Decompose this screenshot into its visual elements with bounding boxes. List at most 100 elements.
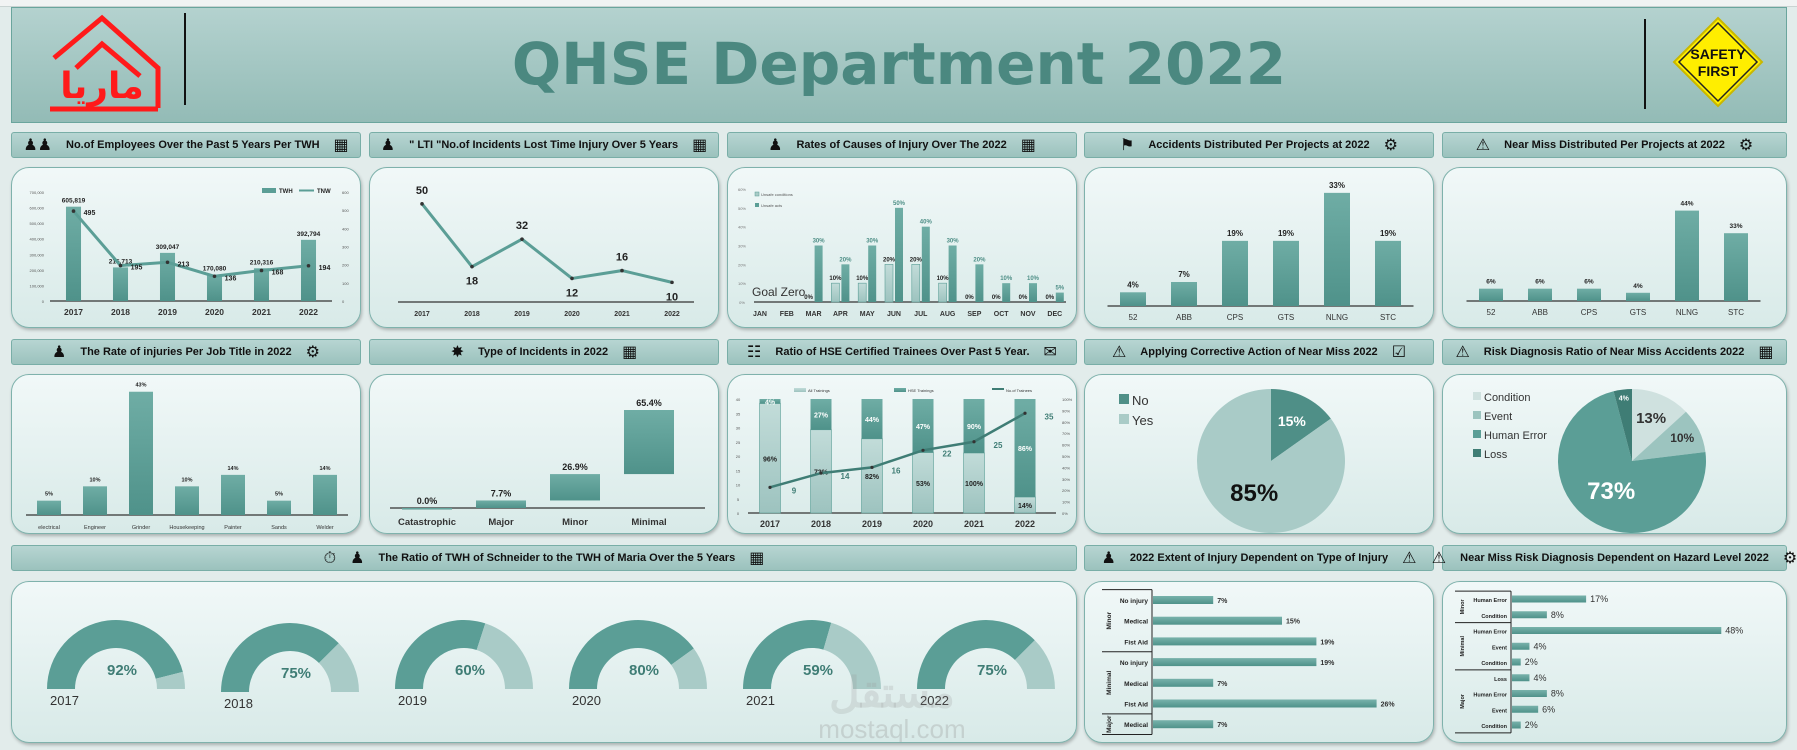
category-label: Fist Aid — [1124, 639, 1148, 646]
point-label: 25 — [994, 441, 1003, 450]
point-label: 168 — [272, 269, 284, 276]
x-tick-label: MAY — [860, 311, 875, 318]
point-trainees — [768, 485, 772, 489]
panel-header: ♟ 2022 Extent of Injury Dependent on Type… — [1084, 545, 1434, 571]
gauge-value: 75% — [281, 665, 311, 682]
hbar — [1153, 699, 1377, 708]
y2-tick-label: 90% — [1062, 408, 1070, 413]
safety-first-sign: SAFETY FIRST — [1672, 16, 1764, 108]
chart-card: 92% 2017 75% 2018 60% 2019 80% 2020 59% 2021 75% 20… — [11, 581, 1077, 743]
panel-title: Rates of Causes of Injury Over The 2022 — [796, 139, 1007, 151]
x-tick-label: 2019 — [158, 307, 177, 317]
x-tick-label: ABB — [1532, 308, 1548, 317]
bar-label: 26% — [1381, 702, 1396, 709]
category-label: Event — [1492, 645, 1507, 651]
bar-label: 309,047 — [156, 244, 180, 251]
x-tick-label: 2019 — [514, 311, 530, 318]
bar-label: 19% — [1320, 639, 1335, 646]
chart-svg: 6% 52 6% ABB 6% CPS 4% GTS 44% NLNG 33% STC — [1466, 201, 1761, 317]
legend-label: All Trainings — [808, 388, 830, 393]
slice-label: 4% — [1619, 395, 1630, 402]
y2-tick-label: 600 — [342, 190, 349, 195]
bar-label: 10% — [1027, 276, 1040, 282]
hbar — [1153, 596, 1214, 604]
panel-header: ⚠ Near Miss Distributed Per Projects at 2… — [1442, 132, 1787, 158]
bar — [1375, 240, 1401, 306]
calendar-clock-icon: ▦ — [692, 135, 708, 154]
legend-swatch — [992, 388, 1004, 390]
bar-label: 7% — [1217, 681, 1228, 688]
gauge-year: 2017 — [50, 693, 79, 708]
x-tick-label: electrical — [38, 525, 60, 531]
legend-label: Loss — [1484, 449, 1508, 461]
gauge-value: 75% — [977, 662, 1007, 679]
x-tick-label: 2018 — [111, 307, 130, 317]
hbar — [1512, 611, 1547, 619]
panel-title: The Ratio of TWH of Schneider to the TWH… — [378, 552, 736, 564]
waterfall-bar — [624, 410, 674, 475]
calendar-clock-icon: ▦ — [333, 135, 349, 154]
bar-label: 2% — [1525, 720, 1538, 730]
y2-tick-label: 30% — [1062, 477, 1070, 482]
y2-tick-label: 70% — [1062, 431, 1070, 436]
segment-label: 44% — [865, 417, 880, 424]
legend-swatch — [1473, 449, 1481, 457]
bar-unsafe-acts — [921, 226, 930, 302]
x-tick-label: MAR — [806, 311, 822, 318]
bar-label: 4% — [1127, 280, 1139, 289]
bar — [1626, 292, 1650, 301]
group-label: Major — [1106, 715, 1113, 733]
bar-label: 605,819 — [62, 198, 86, 205]
gear-wrench-icon: ⚙ — [305, 342, 320, 361]
category-label: Condition — [1481, 724, 1507, 730]
point-tnw — [71, 209, 76, 213]
bar — [1577, 288, 1601, 301]
panel-header: ⚠ Risk Diagnosis Ratio of Near Miss Accid… — [1442, 339, 1787, 365]
bar-unsafe-acts — [975, 264, 984, 302]
x-tick-label: Housekeeping — [169, 525, 204, 531]
category-label: Medical — [1124, 722, 1148, 729]
chart-svg: Minor No injury 7% Medical 15% Fist Aid 19% Min… — [1102, 589, 1396, 736]
panel-title: No.of Employees Over the Past 5 Years Pe… — [66, 139, 320, 151]
bar-unsafe-acts — [1055, 292, 1064, 302]
y-tick-label: 50% — [738, 206, 746, 211]
bar-unsafe-acts — [895, 207, 903, 302]
legend-label: Unsafe acts — [761, 203, 782, 208]
point-label: 16 — [892, 466, 901, 475]
bar-unsafe-conditions — [938, 282, 947, 303]
sign-text-2: FIRST — [1698, 63, 1739, 79]
lti-point — [420, 202, 424, 206]
bar-label: 392,794 — [297, 231, 321, 238]
x-tick-label: Catastrophic — [398, 517, 456, 528]
x-tick-label: 2020 — [205, 307, 224, 317]
bar-label: 30% — [866, 239, 879, 245]
bar-label: 44% — [1680, 201, 1693, 208]
hbar — [1512, 690, 1547, 697]
bar-unsafe-conditions — [857, 282, 867, 303]
bar-twh — [253, 268, 270, 301]
category-label: No injury — [1120, 660, 1149, 667]
hbar — [1153, 616, 1282, 625]
panel-title: 2022 Extent of Injury Dependent on Type … — [1129, 552, 1389, 564]
point-label: 16 — [616, 252, 628, 264]
lti-line — [420, 202, 673, 284]
chart-card: 6% 52 6% ABB 6% CPS 4% GTS 44% NLNG 33% STC — [1442, 167, 1787, 328]
chart-svg: 0 100,000 200,000 300,000 400,000 500,000 600,… — [30, 188, 349, 317]
bar-twh — [206, 274, 223, 301]
legend-label: Event — [1484, 411, 1512, 423]
bar-label: 20% — [839, 257, 852, 263]
bar-unsafe-acts — [1029, 283, 1037, 302]
bar-label: 10% — [856, 276, 869, 282]
chart-card: 0.0% Catastrophic 7.7% Major 26.9% Minor 65.4%… — [369, 374, 719, 534]
bar-unsafe-acts — [948, 245, 957, 302]
point-tnw — [306, 263, 311, 268]
bar-label: 6% — [1486, 279, 1496, 286]
point-trainees — [819, 471, 823, 475]
chart-svg: 5% electrical 10% Engineer 43% Grinder 10% Hous… — [26, 383, 348, 531]
bar-label: 7.7% — [491, 488, 512, 498]
bar-label: 43% — [135, 383, 146, 389]
x-tick-label: 2018 — [811, 519, 831, 529]
x-tick-label: NLNG — [1326, 313, 1348, 322]
point-label: 18 — [466, 276, 478, 288]
y2-tick-label: 10% — [1062, 500, 1070, 505]
